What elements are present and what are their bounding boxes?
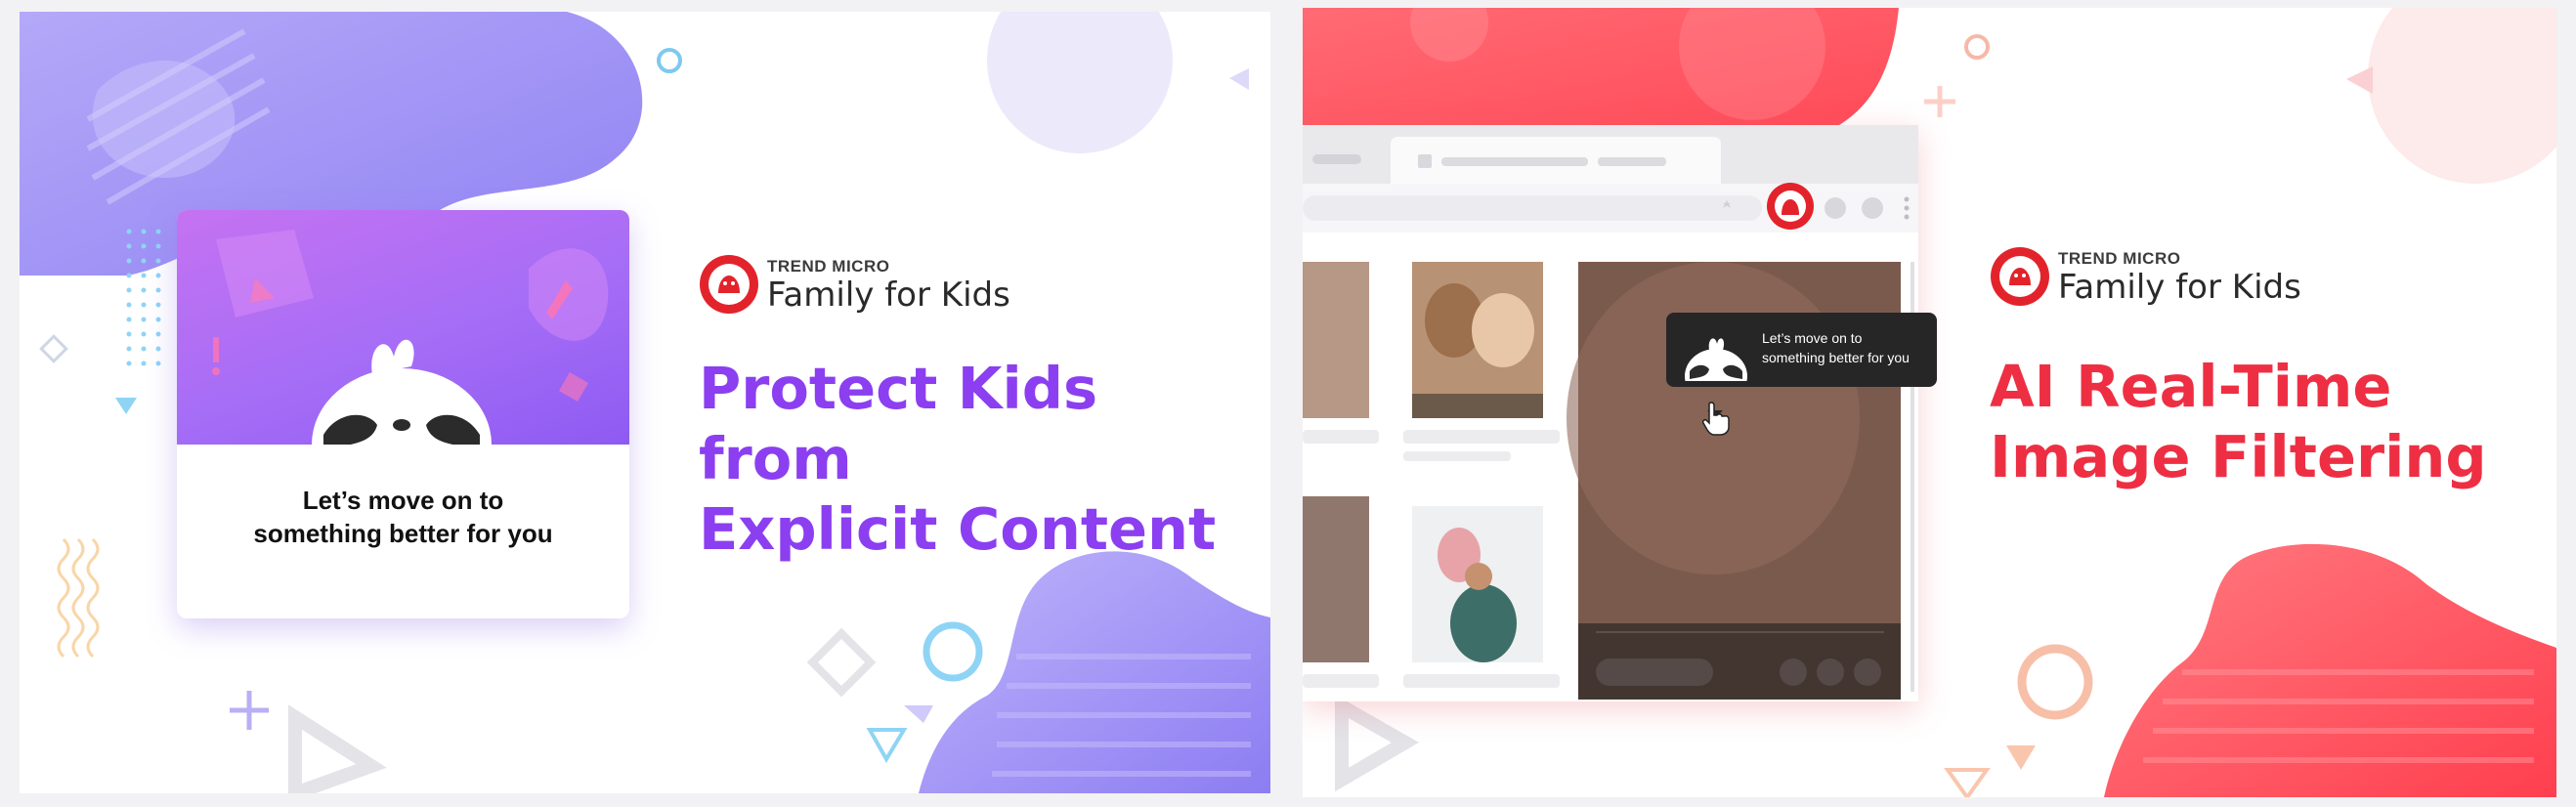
more-icon[interactable] xyxy=(1904,196,1910,202)
promo-panel-explicit-content: Let’s move on to something better for yo… xyxy=(20,12,1270,793)
video-control-button[interactable] xyxy=(1854,658,1881,686)
card-message: Let’s move on to something better for yo… xyxy=(177,484,629,550)
headline: AI Real-Time Image Filtering xyxy=(1990,352,2487,492)
video-control-bar[interactable] xyxy=(1596,658,1713,686)
brand-lockup: TREND MICRO Family for Kids xyxy=(1990,246,2301,307)
brand-product: Family for Kids xyxy=(767,275,1010,315)
circle-decor xyxy=(987,12,1173,153)
headline-line1: AI Real-Time xyxy=(1990,353,2392,420)
card-header-graphic xyxy=(177,210,629,445)
brand-company: TREND MICRO xyxy=(767,256,890,276)
circle-decor xyxy=(2368,8,2556,184)
trend-micro-logo-icon xyxy=(700,255,758,314)
sloth-mascot-icon xyxy=(1685,338,1747,381)
headline: Protect Kids from Explicit Content xyxy=(699,354,1270,565)
headline-line1: Protect Kids from xyxy=(699,355,1098,492)
blurred-thumbnail[interactable] xyxy=(1303,262,1369,418)
block-tooltip: Let’s move on to something better for yo… xyxy=(1666,313,1937,387)
brand-product: Family for Kids xyxy=(2058,267,2301,307)
promo-panel-image-filtering: Let’s move on to something better for yo… xyxy=(1303,8,2556,797)
tooltip-line1: Let’s move on to xyxy=(1762,330,1863,346)
video-control-button[interactable] xyxy=(1817,658,1844,686)
refresh-icon[interactable] xyxy=(1862,197,1883,219)
address-bar[interactable] xyxy=(1303,195,1762,221)
blocked-content-card: Let’s move on to something better for yo… xyxy=(177,210,629,618)
headline-line2: Explicit Content xyxy=(699,495,1217,563)
video-control-button[interactable] xyxy=(1780,658,1807,686)
sloth-mascot-icon xyxy=(312,339,492,445)
home-icon[interactable] xyxy=(1825,197,1846,219)
cursor-hand-icon xyxy=(1702,402,1730,436)
brand-lockup: TREND MICRO Family for Kids xyxy=(699,254,1010,315)
headline-line2: Image Filtering xyxy=(1990,423,2487,490)
tooltip-line2: something better for you xyxy=(1762,350,1910,365)
card-message-line1: Let’s move on to xyxy=(302,486,504,515)
browser-mockup: Let’s move on to something better for yo… xyxy=(1303,125,1937,701)
blurred-thumbnail[interactable] xyxy=(1303,496,1369,662)
card-message-line2: something better for you xyxy=(253,519,553,548)
brand-company: TREND MICRO xyxy=(2058,248,2181,268)
trend-micro-logo-icon xyxy=(1991,247,2049,306)
